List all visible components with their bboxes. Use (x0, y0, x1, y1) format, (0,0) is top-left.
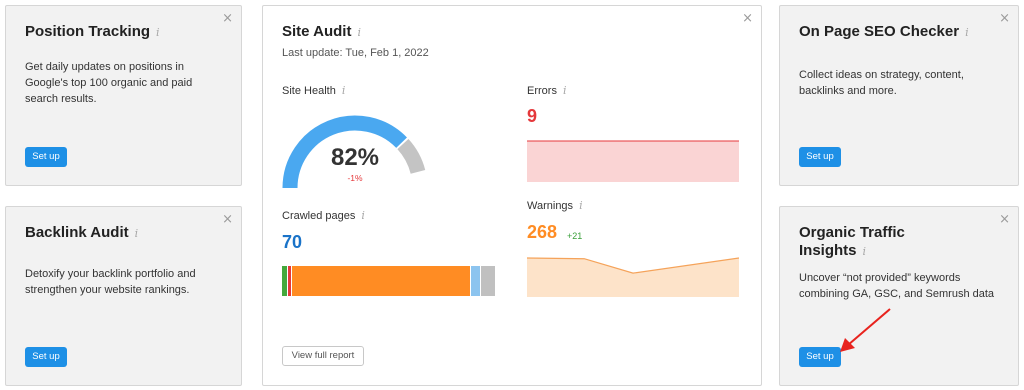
close-icon[interactable]: × (999, 12, 1010, 25)
description-line: Uncover “not provided” keywords (799, 272, 961, 284)
description-line: Get daily updates on positions in (25, 61, 184, 73)
organic-traffic-card: × Organic Traffic Insights i Uncover “not… (779, 206, 1019, 386)
setup-button[interactable]: Set up (799, 347, 841, 367)
card-title-text: Site Audit (282, 23, 352, 40)
label-text: Warnings (527, 200, 574, 212)
card-title-text: Backlink Audit (25, 224, 129, 241)
close-icon[interactable]: × (999, 213, 1010, 226)
info-icon[interactable]: i (357, 26, 361, 39)
card-title-line: Organic Traffic (799, 224, 905, 241)
errors-label: Errors i (527, 84, 566, 97)
setup-button[interactable]: Set up (799, 147, 841, 167)
label-text: Crawled pages (282, 210, 356, 222)
info-icon[interactable]: i (135, 225, 139, 243)
card-title-text: Position Tracking (25, 23, 151, 40)
crawl-segment-redirected[interactable] (471, 266, 481, 296)
info-icon[interactable]: i (965, 24, 969, 42)
description-line: Collect ideas on strategy, content, (799, 69, 964, 81)
info-icon[interactable]: i (563, 84, 567, 97)
close-icon[interactable]: × (222, 213, 233, 226)
card-title-line-2: Insights i (799, 242, 905, 261)
card-description: Uncover “not provided” keywords combinin… (799, 270, 994, 302)
last-update: Last update: Tue, Feb 1, 2022 (282, 47, 429, 59)
card-title: Position Tracking i (25, 23, 160, 42)
description-line: Detoxify your backlink portfolio and (25, 268, 196, 280)
description-line: backlinks and more. (799, 85, 897, 97)
errors-trend-chart (527, 140, 739, 182)
description-line: search results. (25, 93, 97, 105)
errors-value: 9 (527, 106, 538, 126)
info-icon[interactable]: i (156, 24, 160, 42)
card-title-line: Insights (799, 242, 857, 259)
description-line: combining GA, GSC, and Semrush data (799, 288, 995, 300)
view-full-report-button[interactable]: View full report (282, 346, 364, 366)
annotation-arrow (840, 308, 891, 352)
site-audit-title: Site Audit i (282, 23, 361, 40)
info-icon[interactable]: i (342, 84, 346, 97)
warnings-value: 268 (527, 222, 558, 242)
info-icon[interactable]: i (579, 199, 583, 212)
info-icon[interactable]: i (863, 243, 867, 261)
card-description: Get daily updates on positions in Google… (25, 59, 192, 107)
site-health-label: Site Health i (282, 84, 345, 97)
warnings-delta: +21 (567, 231, 583, 241)
card-title-text: On Page SEO Checker (799, 23, 960, 40)
crawled-pages-bar (282, 266, 496, 296)
card-description: Detoxify your backlink portfolio and str… (25, 266, 196, 298)
backlink-audit-card: × Backlink Audit i Detoxify your backlink… (5, 206, 242, 386)
site-audit-card: × Site Audit i Last update: Tue, Feb 1, 2… (262, 5, 762, 386)
crawled-pages-label: Crawled pages i (282, 209, 365, 222)
crawl-segment-have-issues[interactable] (291, 266, 472, 296)
close-icon[interactable]: × (222, 12, 233, 25)
info-icon[interactable]: i (361, 209, 365, 222)
card-title: Backlink Audit i (25, 224, 138, 243)
description-line: Google's top 100 organic and paid (25, 77, 193, 89)
label-text: Errors (527, 85, 557, 97)
site-health-delta: -1% (347, 173, 363, 183)
on-page-seo-card: × On Page SEO Checker i Collect ideas on … (779, 5, 1019, 186)
close-icon[interactable]: × (742, 12, 753, 25)
warnings-trend-area (527, 258, 739, 297)
card-title: Organic Traffic Insights i (799, 224, 905, 261)
position-tracking-card: × Position Tracking i Get daily updates o… (5, 5, 242, 186)
site-health-value: 82% (330, 144, 380, 171)
warnings-label: Warnings i (527, 199, 583, 212)
warnings-trend-chart (527, 257, 739, 297)
label-text: Site Health (282, 85, 336, 97)
crawl-segment-blocked[interactable] (480, 266, 496, 296)
setup-button[interactable]: Set up (25, 347, 67, 367)
card-description: Collect ideas on strategy, content, back… (799, 67, 964, 99)
card-title: On Page SEO Checker i (799, 23, 969, 42)
setup-button[interactable]: Set up (25, 147, 67, 167)
errors-trend-area (527, 141, 739, 182)
description-line: strengthen your website rankings. (25, 284, 190, 296)
crawled-pages-value: 70 (282, 232, 303, 252)
